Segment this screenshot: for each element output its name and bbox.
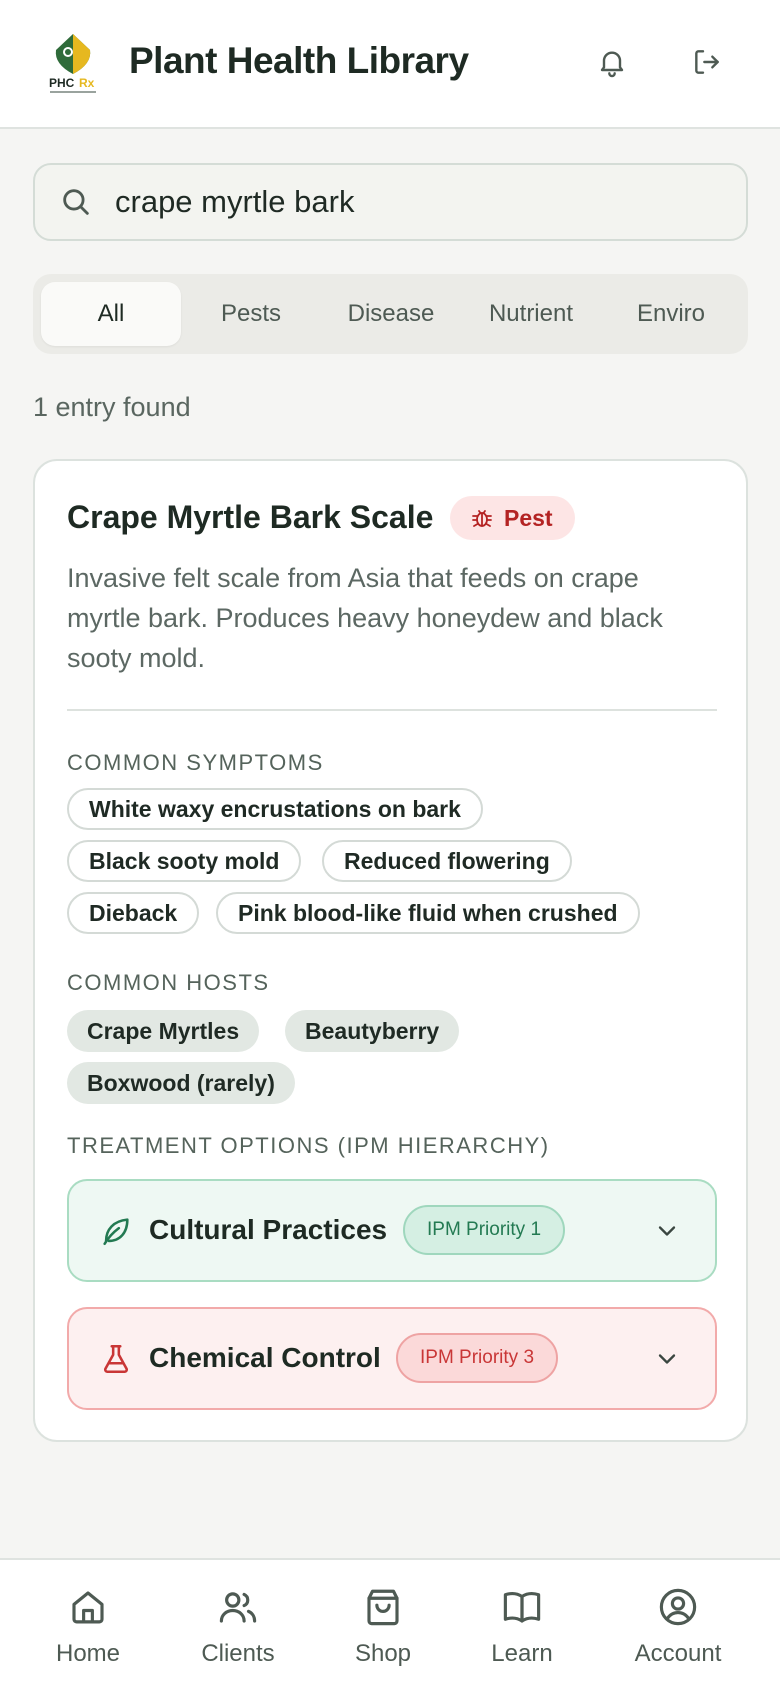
tab-pests[interactable]: Pests	[181, 282, 321, 346]
entry-description: Invasive felt scale from Asia that feeds…	[67, 563, 663, 673]
chevron-down-icon[interactable]	[653, 1217, 681, 1245]
nav-shop[interactable]: Shop	[318, 1586, 448, 1676]
host-chip: Beautyberry	[285, 1010, 460, 1052]
nav-home[interactable]: Home	[23, 1586, 153, 1676]
book-icon	[503, 1592, 541, 1623]
nav-label: Shop	[354, 1640, 412, 1667]
host-chip: Boxwood (rarely)	[67, 1062, 295, 1104]
shopping-bag-icon	[367, 1589, 399, 1626]
nav-clients[interactable]: Clients	[173, 1586, 303, 1676]
bell-icon[interactable]	[594, 44, 630, 80]
priority-badge: IPM Priority 1	[403, 1205, 566, 1255]
search-icon	[63, 189, 89, 215]
category-tabs: All Pests Disease Nutrient Enviro	[33, 274, 748, 354]
chevron-down-icon[interactable]	[653, 1345, 681, 1373]
symptom-chip: Pink blood-like fluid when crushed	[216, 892, 640, 934]
treatments-heading: TREATMENT OPTIONS (IPM HIERARCHY)	[67, 1133, 550, 1158]
bottom-nav: Home Clients Shop Learn Account	[0, 1558, 780, 1688]
nav-account[interactable]: Account	[613, 1586, 743, 1676]
divider	[67, 709, 717, 711]
tab-all[interactable]: All	[41, 282, 181, 346]
results-count: 1 entry found	[33, 392, 191, 422]
entry-card[interactable]: Crape Myrtle Bark Scale Pest Invasive fe…	[33, 459, 748, 1442]
app-logo: PHC Rx	[46, 30, 100, 96]
symptom-chip: Black sooty mold	[67, 840, 302, 882]
nav-label: Home	[55, 1640, 121, 1667]
search-input[interactable]	[115, 179, 725, 225]
tab-nutrient[interactable]: Nutrient	[461, 282, 601, 346]
category-badge-label: Pest	[504, 504, 553, 531]
home-icon	[72, 1591, 104, 1624]
category-badge: Pest	[450, 496, 575, 540]
nav-label: Learn	[491, 1640, 553, 1667]
svg-text:PHC: PHC	[49, 76, 75, 90]
logout-icon[interactable]	[689, 44, 725, 80]
tab-disease[interactable]: Disease	[321, 282, 461, 346]
treatment-label: Chemical Control	[149, 1342, 381, 1373]
hosts-heading: COMMON HOSTS	[67, 970, 270, 995]
nav-learn[interactable]: Learn	[457, 1586, 587, 1676]
entry-title: Crape Myrtle Bark Scale	[67, 499, 434, 535]
priority-badge: IPM Priority 3	[396, 1333, 559, 1383]
treatment-label: Cultural Practices	[149, 1214, 388, 1245]
svg-text:Rx: Rx	[79, 76, 95, 90]
search-bar[interactable]	[33, 163, 748, 241]
nav-label: Account	[634, 1640, 722, 1667]
nav-label: Clients	[201, 1640, 275, 1667]
leaf-icon	[103, 1218, 129, 1246]
treatment-cultural-practices[interactable]: Cultural Practices IPM Priority 1	[67, 1179, 717, 1282]
app-header: PHC Rx Plant Health Library	[0, 0, 780, 129]
treatment-chemical-control[interactable]: Chemical Control IPM Priority 3	[67, 1307, 717, 1410]
bug-icon	[472, 510, 492, 527]
symptom-chip: Dieback	[67, 892, 200, 934]
symptoms-heading: COMMON SYMPTOMS	[67, 750, 324, 775]
host-chip: Crape Myrtles	[67, 1010, 260, 1052]
account-icon	[659, 1588, 697, 1626]
symptom-chip: White waxy encrustations on bark	[67, 788, 483, 830]
tab-enviro[interactable]: Enviro	[601, 282, 741, 346]
flask-icon	[103, 1344, 129, 1374]
symptom-chip: Reduced flowering	[322, 840, 572, 882]
page-title: Plant Health Library	[129, 40, 469, 81]
users-icon	[219, 1592, 257, 1623]
